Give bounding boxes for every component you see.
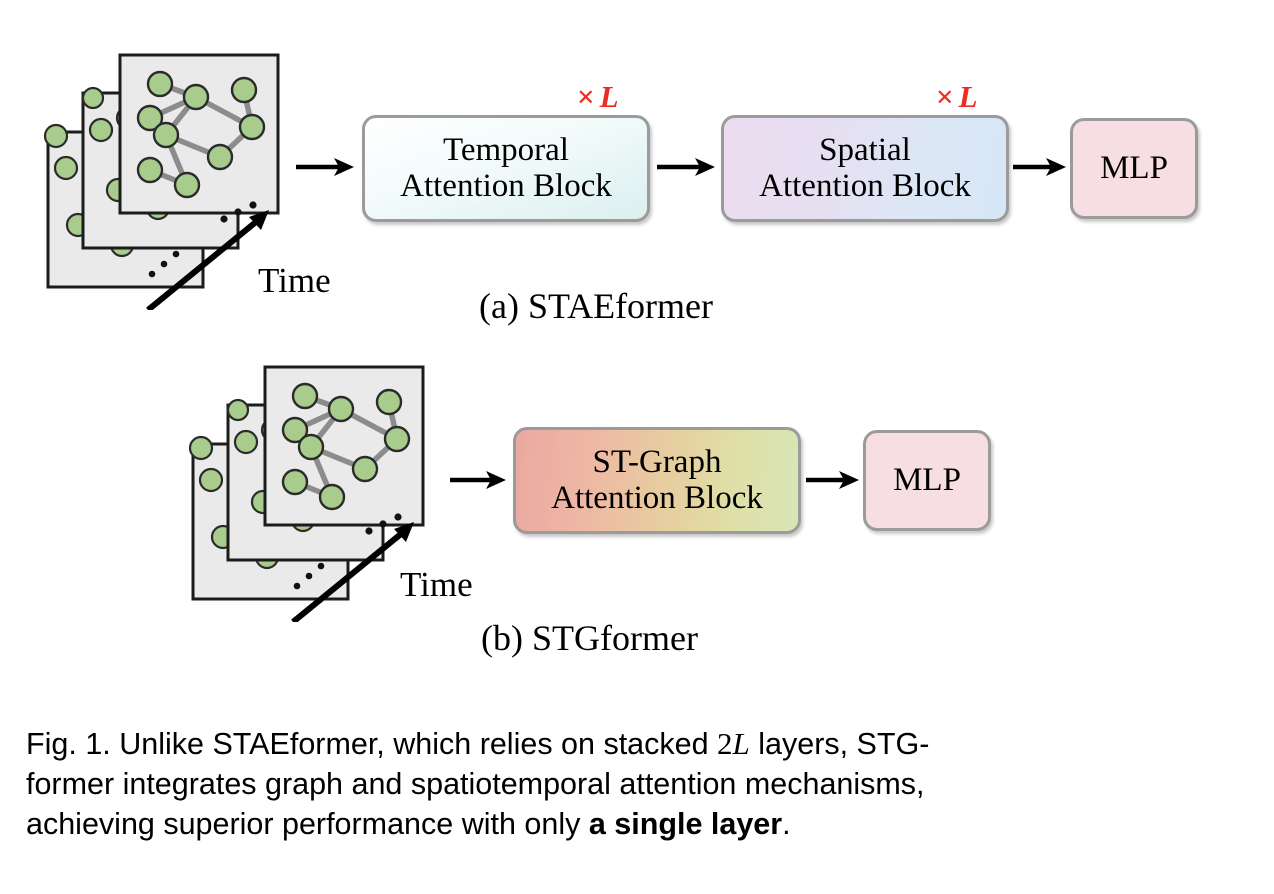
stgraph-block-line2: Attention Block xyxy=(551,479,763,516)
caption-line3-part-a: achieving superior performance with only xyxy=(26,807,589,841)
multiplier-symbol: × xyxy=(577,79,595,114)
caption-line3-part-b: . xyxy=(782,807,791,841)
spatial-block-line2: Attention Block xyxy=(759,167,971,204)
arrow-spatial-to-mlp xyxy=(1013,158,1066,176)
multiplier-value: L xyxy=(599,79,619,114)
mlp-block-label: MLP xyxy=(1100,149,1168,186)
caption-line-3: achieving superior performance with only… xyxy=(26,804,1251,844)
figure-caption: Fig. 1. Unlike STAEformer, which relies … xyxy=(26,724,1251,844)
subcaption-panel-a: (a) STAEformer xyxy=(479,286,714,326)
graph-snapshot-front xyxy=(118,53,280,215)
st-graph-attention-block[interactable]: ST-Graph Attention Block xyxy=(513,427,801,534)
arrow-temporal-to-spatial xyxy=(657,158,715,176)
caption-line-1: Fig. 1. Unlike STAEformer, which relies … xyxy=(26,724,1251,764)
spatial-block-line1: Spatial xyxy=(819,132,911,169)
temporal-block-line1: Temporal xyxy=(443,132,569,169)
mlp-block-label: MLP xyxy=(893,461,961,498)
multiplier-label-temporal: × L xyxy=(577,79,619,115)
subcaption-panel-b: (b) STGformer xyxy=(481,618,698,658)
stgraph-block-line1: ST-Graph xyxy=(592,444,722,481)
mlp-block-panel-b[interactable]: MLP xyxy=(863,430,991,531)
arrow-stgraph-to-mlp xyxy=(806,471,859,489)
caption-math-L: L xyxy=(732,726,750,761)
arrow-input-to-stgraph xyxy=(450,471,506,489)
figure-container: Time × L Temporal Attention Block × L Spat… xyxy=(0,0,1274,894)
multiplier-value: L xyxy=(958,79,978,114)
multiplier-label-spatial: × L xyxy=(936,79,978,115)
caption-emphasis: a single layer xyxy=(588,807,783,841)
caption-line1-part-a: Fig. 1. Unlike STAEformer, which relies … xyxy=(26,727,718,761)
time-axis-label-a: Time xyxy=(258,261,331,300)
temporal-attention-block[interactable]: Temporal Attention Block xyxy=(362,115,650,222)
spatial-attention-block[interactable]: Spatial Attention Block xyxy=(721,115,1009,222)
caption-line-2: former integrates graph and spatiotempor… xyxy=(26,767,925,801)
caption-line1-part-b: layers, STG- xyxy=(749,727,930,761)
graph-snapshot-front xyxy=(263,365,425,527)
arrow-input-to-temporal xyxy=(296,158,354,176)
multiplier-symbol: × xyxy=(936,79,954,114)
caption-math-two: 2 xyxy=(717,726,733,761)
temporal-block-line2: Attention Block xyxy=(400,167,612,204)
mlp-block-panel-a[interactable]: MLP xyxy=(1070,118,1198,219)
time-axis-label-b: Time xyxy=(400,565,473,604)
